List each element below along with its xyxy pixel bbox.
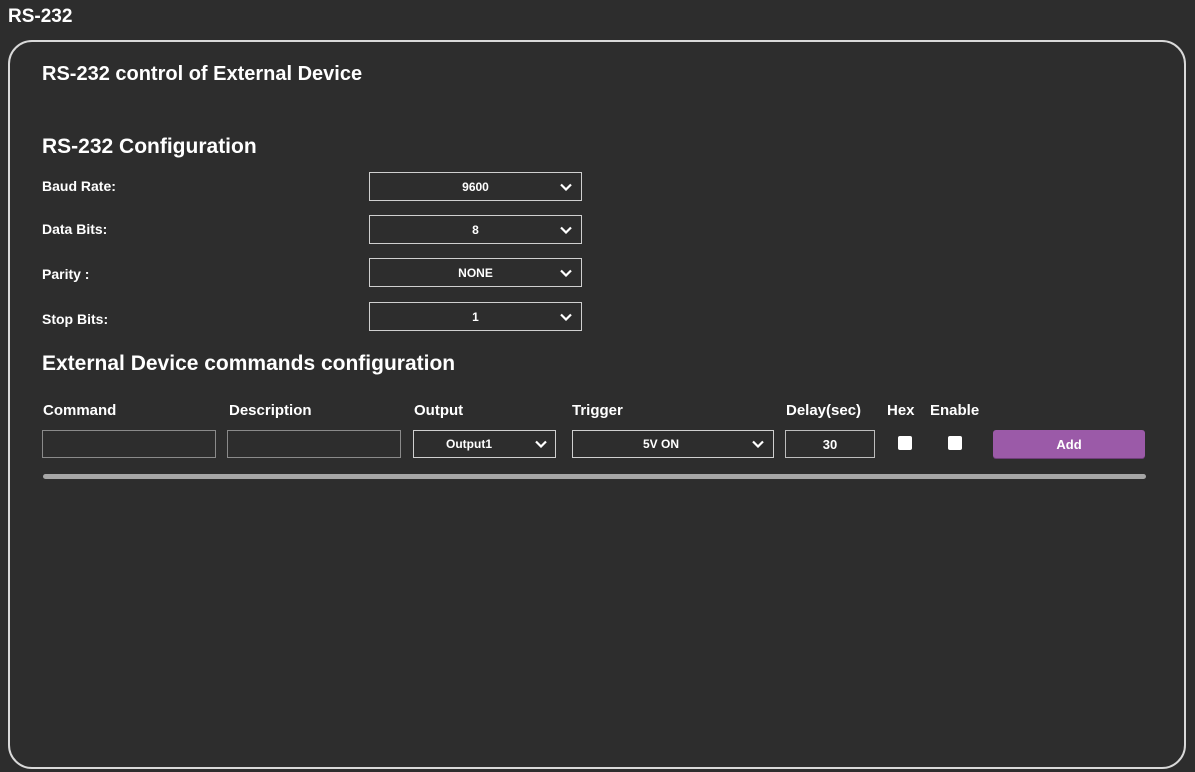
- parity-value: NONE: [458, 265, 493, 280]
- data-bits-value: 8: [472, 222, 479, 237]
- chevron-down-icon: [560, 173, 572, 200]
- section-title: RS-232 control of External Device: [42, 63, 363, 85]
- delay-input[interactable]: 30: [785, 430, 875, 458]
- data-bits-label: Data Bits:: [42, 221, 108, 237]
- chevron-down-icon: [752, 431, 764, 457]
- trigger-column-header: Trigger: [572, 402, 623, 419]
- page-title: RS-232: [8, 6, 73, 27]
- stop-bits-select[interactable]: 1: [369, 302, 582, 331]
- chevron-down-icon: [560, 259, 572, 286]
- chevron-down-icon: [560, 303, 572, 330]
- output-value: Output1: [446, 437, 492, 451]
- trigger-select[interactable]: 5V ON: [572, 430, 774, 458]
- parity-label: Parity :: [42, 266, 90, 282]
- trigger-value: 5V ON: [642, 437, 679, 451]
- command-input[interactable]: [42, 430, 216, 458]
- data-bits-select[interactable]: 8: [369, 215, 582, 244]
- description-column-header: Description: [229, 402, 312, 419]
- output-column-header: Output: [414, 402, 464, 419]
- description-input[interactable]: [227, 430, 401, 458]
- baud-rate-select[interactable]: 9600: [369, 172, 582, 201]
- command-column-header: Command: [43, 402, 117, 419]
- chevron-down-icon: [535, 431, 547, 457]
- stop-bits-value: 1: [472, 309, 479, 324]
- commands-list-divider: [43, 474, 1146, 479]
- delay-column-header: Delay(sec): [786, 402, 862, 419]
- baud-rate-label: Baud Rate:: [42, 178, 116, 194]
- chevron-down-icon: [560, 216, 572, 243]
- baud-rate-value: 9600: [462, 179, 489, 194]
- add-button[interactable]: Add: [993, 430, 1145, 458]
- output-select[interactable]: Output1: [413, 430, 556, 458]
- enable-column-header: Enable: [930, 402, 980, 419]
- hex-column-header: Hex: [887, 402, 915, 419]
- enable-checkbox[interactable]: [948, 436, 962, 450]
- parity-select[interactable]: NONE: [369, 258, 582, 287]
- config-heading: RS-232 Configuration: [42, 135, 257, 158]
- hex-checkbox[interactable]: [898, 436, 912, 450]
- stop-bits-label: Stop Bits:: [42, 311, 109, 327]
- commands-heading: External Device commands configuration: [42, 352, 456, 375]
